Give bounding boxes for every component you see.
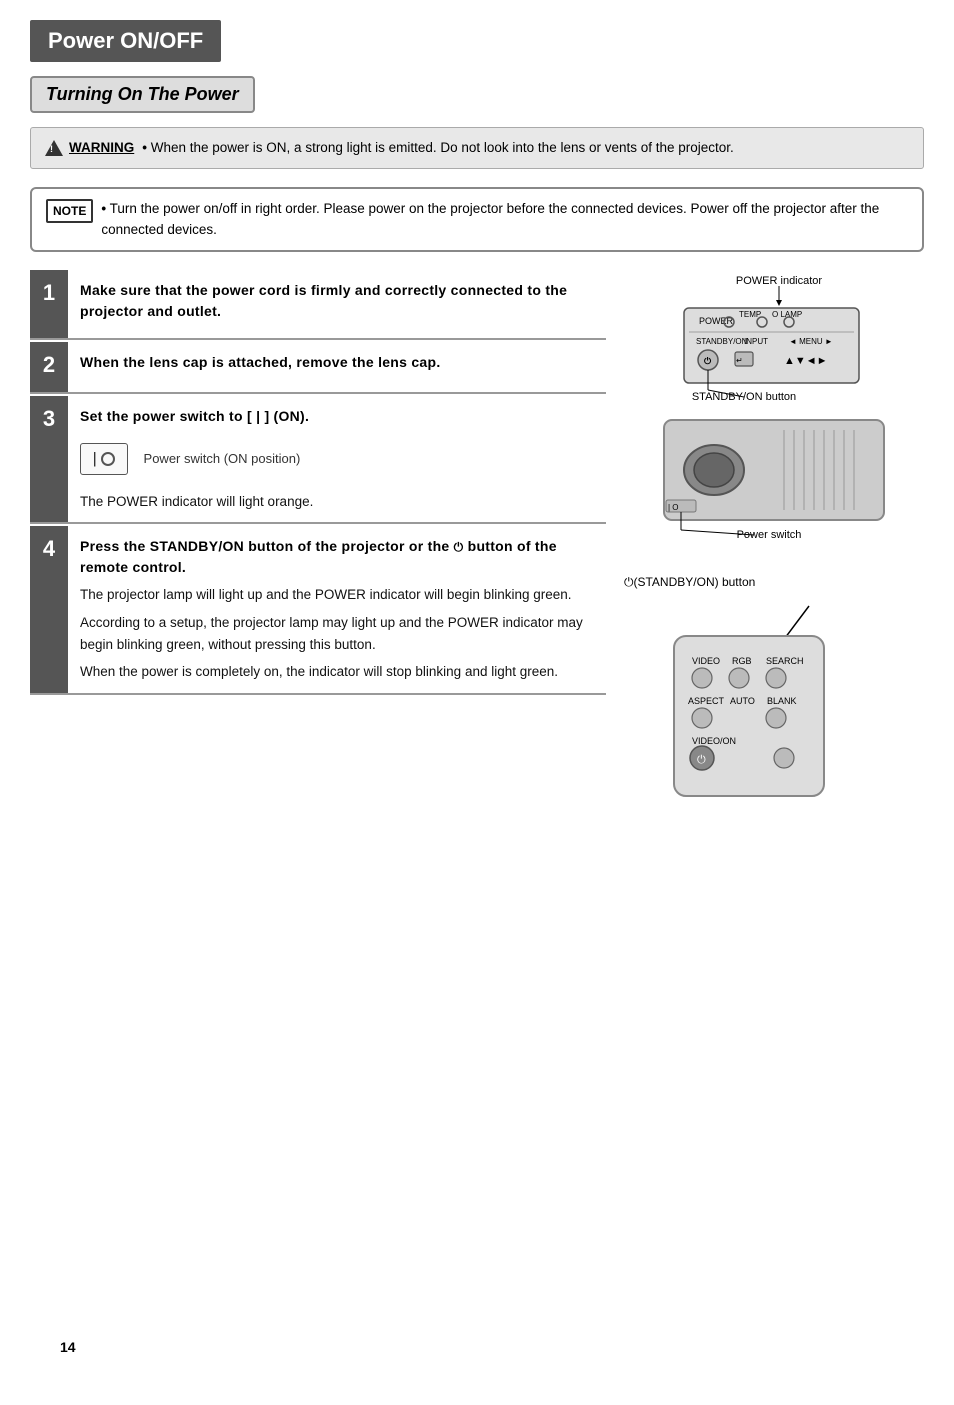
svg-text:ASPECT: ASPECT — [688, 696, 725, 706]
projector-top-diagram: POWER indicator POWER TEMP O LAMP — [624, 270, 924, 553]
switch-label: Power switch (ON position) — [144, 451, 301, 466]
switch-on-icon: | — [93, 450, 97, 468]
svg-text:⏻: ⏻ — [704, 356, 712, 366]
switch-off-icon — [101, 452, 115, 466]
svg-text:◄ MENU ►: ◄ MENU ► — [789, 337, 833, 346]
step-4: 4 Press the STANDBY/ON button of the pro… — [30, 526, 606, 694]
step-1: 1 Make sure that the power cord is firml… — [30, 270, 606, 340]
warning-text: • When the power is ON, a strong light i… — [142, 138, 734, 158]
svg-text:INPUT: INPUT — [744, 337, 768, 346]
step-3-number: 3 — [30, 396, 68, 523]
svg-text:VIDEO/ON: VIDEO/ON — [692, 736, 736, 746]
step-4-title: Press the STANDBY/ON button of the proje… — [80, 536, 594, 578]
svg-text:STANDBY/ON: STANDBY/ON — [696, 337, 748, 346]
warning-triangle-icon: ! — [45, 140, 63, 156]
step-3-title: Set the power switch to [ | ] (ON). — [80, 406, 594, 427]
svg-text:SEARCH: SEARCH — [766, 656, 804, 666]
step-2-content: When the lens cap is attached, remove th… — [68, 342, 606, 392]
remote-control-svg: VIDEO RGB SEARCH ASPECT AUTO BLANK VIDEO… — [624, 596, 874, 806]
step-4-content: Press the STANDBY/ON button of the proje… — [68, 526, 606, 692]
svg-text:Power switch: Power switch — [737, 529, 802, 541]
warning-label: WARNING — [69, 138, 134, 158]
svg-text:RGB: RGB — [732, 656, 752, 666]
steps-column: 1 Make sure that the power cord is firml… — [30, 270, 606, 809]
svg-text:POWER indicator: POWER indicator — [736, 275, 823, 287]
remote-standby-label: ⏻(STANDBY/ON) button — [624, 575, 924, 590]
page-number: 14 — [60, 1339, 76, 1355]
step-3-content: Set the power switch to [ | ] (ON). | Po… — [68, 396, 606, 523]
page-header: Power ON/OFF — [30, 20, 221, 62]
svg-text:VIDEO: VIDEO — [692, 656, 720, 666]
step-1-number: 1 — [30, 270, 68, 338]
step-4-body: The projector lamp will light up and the… — [80, 584, 594, 682]
step-3: 3 Set the power switch to [ | ] (ON). | … — [30, 396, 606, 525]
svg-text:AUTO: AUTO — [730, 696, 755, 706]
step-4-body-line-2: According to a setup, the projector lamp… — [80, 612, 594, 655]
step-2: 2 When the lens cap is attached, remove … — [30, 342, 606, 394]
svg-text:BLANK: BLANK — [767, 696, 797, 706]
svg-text:TEMP: TEMP — [739, 310, 761, 319]
note-label: NOTE — [46, 199, 93, 223]
svg-text:▲▼◄►: ▲▼◄► — [784, 355, 828, 367]
note-text: • Turn the power on/off in right order. … — [101, 199, 908, 240]
diagrams-column: POWER indicator POWER TEMP O LAMP — [624, 270, 924, 809]
note-box: NOTE • Turn the power on/off in right or… — [30, 187, 924, 252]
step-2-title: When the lens cap is attached, remove th… — [80, 352, 594, 373]
warning-box: ! WARNING • When the power is ON, a stro… — [30, 127, 924, 169]
remote-section: ⏻(STANDBY/ON) button VIDEO RGB SEARCH — [624, 575, 924, 809]
svg-text:⏻: ⏻ — [697, 754, 706, 766]
step-4-body-line-1: The projector lamp will light up and the… — [80, 584, 594, 606]
power-switch-diagram: | — [80, 443, 128, 475]
main-content: 1 Make sure that the power cord is firml… — [30, 270, 924, 809]
step-4-body-line-3: When the power is completely on, the ind… — [80, 661, 594, 683]
section-title: Turning On The Power — [30, 76, 255, 113]
step-1-content: Make sure that the power cord is firmly … — [68, 270, 606, 338]
step-1-title: Make sure that the power cord is firmly … — [80, 280, 594, 322]
step-2-number: 2 — [30, 342, 68, 392]
svg-text:| O: | O — [668, 503, 679, 512]
svg-text:↵: ↵ — [736, 356, 743, 365]
step-4-number: 4 — [30, 526, 68, 692]
step-3-body: The POWER indicator will light orange. — [80, 491, 594, 513]
projector-top-svg: POWER indicator POWER TEMP O LAMP — [624, 270, 914, 550]
